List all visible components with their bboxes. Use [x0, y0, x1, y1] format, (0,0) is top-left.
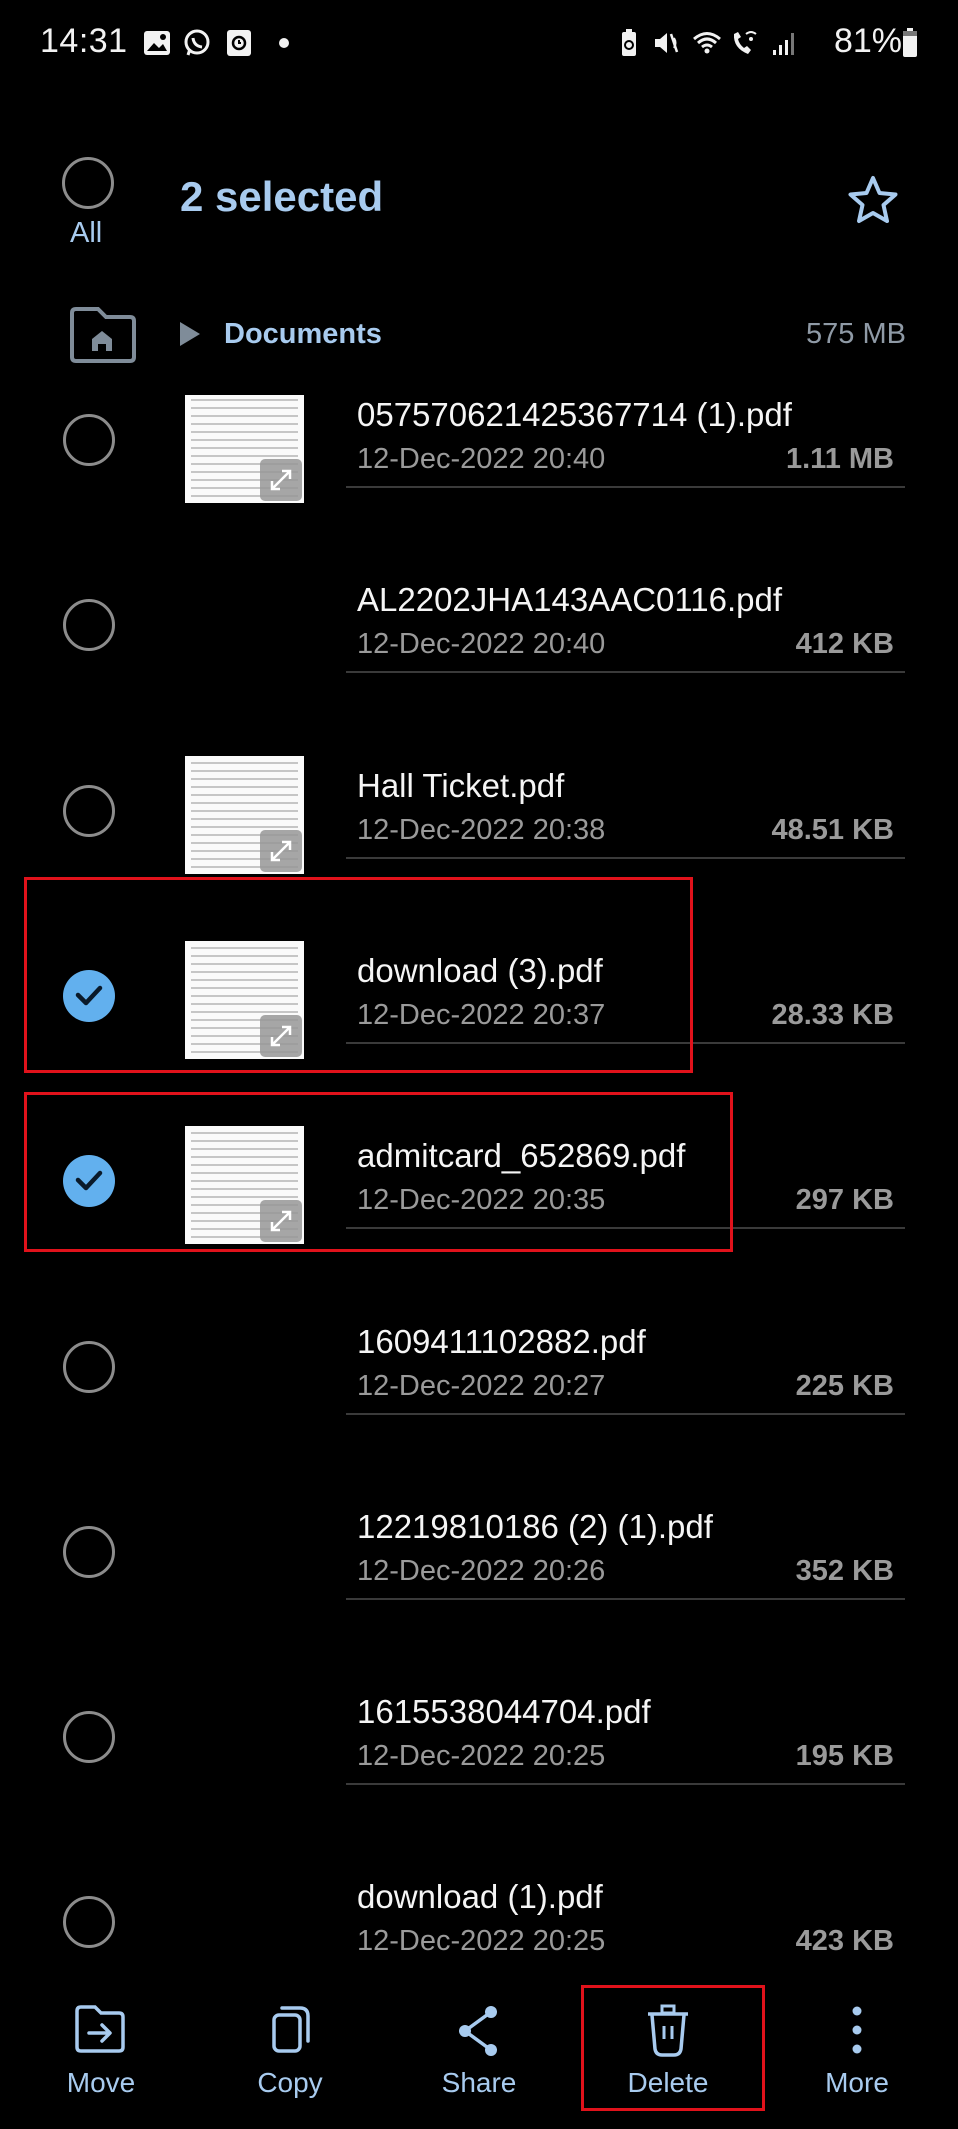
- file-size: 297 KB: [795, 1184, 894, 1217]
- highlight-box-admitcard: [24, 1092, 733, 1252]
- file-size: 352 KB: [795, 1554, 894, 1587]
- status-bar: 14:31 81%: [0, 0, 958, 90]
- file-date: 12-Dec-2022 20:38: [357, 813, 606, 846]
- gallery-icon: [144, 31, 170, 55]
- dot-icon: [279, 38, 289, 48]
- file-name: 1609411102882.pdf: [357, 1322, 646, 1360]
- whatsapp-icon: [184, 29, 210, 56]
- move-icon: [75, 2005, 125, 2053]
- file-row[interactable]: 057570621425367714 (1).pdf 12-Dec-2022 20…: [0, 395, 958, 503]
- pdf-thumbnail[interactable]: [185, 395, 304, 503]
- file-size: 423 KB: [795, 1925, 894, 1958]
- file-size: 225 KB: [795, 1369, 894, 1402]
- more-label: More: [825, 2067, 889, 2098]
- checkbox-unchecked[interactable]: [63, 1340, 115, 1393]
- checkbox-unchecked[interactable]: [63, 1711, 115, 1764]
- file-size: 48.51 KB: [771, 813, 894, 846]
- selection-count-title: 2 selected: [180, 173, 384, 220]
- file-row[interactable]: download (1).pdf 12-Dec-2022 20:25 423 KB: [0, 1785, 958, 1965]
- file-name: download (1).pdf: [357, 1878, 603, 1916]
- mute-icon: [655, 33, 679, 53]
- breadcrumb-arrow-icon: [180, 322, 200, 346]
- move-label: Move: [66, 2067, 136, 2098]
- file-size: 195 KB: [795, 1740, 894, 1773]
- file-name: AL2202JHA143AAC0116.pdf: [357, 581, 783, 619]
- file-name: Hall Ticket.pdf: [357, 766, 565, 804]
- wifi-calling-icon: [733, 31, 757, 54]
- share-icon: [459, 2006, 497, 2056]
- file-size: 1.11 MB: [786, 443, 894, 475]
- file-name: 057570621425367714 (1).pdf: [357, 396, 792, 433]
- battery-percent: 81%: [833, 22, 902, 60]
- home-folder-icon[interactable]: [68, 305, 138, 365]
- checkbox-unchecked[interactable]: [63, 414, 115, 466]
- checkbox-unchecked[interactable]: [63, 1525, 115, 1578]
- file-row[interactable]: 1615538044704.pdf 12-Dec-2022 20:25 195 KB: [0, 1600, 958, 1786]
- share-label: Share: [441, 2067, 517, 2098]
- folder-size: 575 MB: [806, 318, 906, 350]
- select-all-label[interactable]: All: [70, 217, 102, 250]
- move-button[interactable]: Move: [6, 1965, 196, 2129]
- share-button[interactable]: Share: [384, 1965, 574, 2129]
- copy-icon: [272, 2006, 310, 2053]
- checkbox-unchecked[interactable]: [63, 599, 115, 652]
- file-name: 1615538044704.pdf: [357, 1693, 651, 1731]
- battery-icon: [903, 28, 917, 57]
- pdf-thumbnail[interactable]: [185, 755, 304, 874]
- checkbox-unchecked[interactable]: [63, 1896, 115, 1949]
- highlight-box-delete: [581, 1985, 765, 2111]
- file-name: 12219810186 (2) (1).pdf: [357, 1507, 713, 1545]
- file-date: 12-Dec-2022 20:40: [357, 628, 606, 661]
- more-icon: [852, 2006, 862, 2054]
- file-row[interactable]: Hall Ticket.pdf 12-Dec-2022 20:38 48.51 KB: [0, 674, 958, 874]
- file-date: 12-Dec-2022 20:26: [357, 1554, 606, 1587]
- star-icon[interactable]: [844, 172, 902, 230]
- more-button[interactable]: More: [762, 1965, 952, 2129]
- copy-button[interactable]: Copy: [195, 1965, 385, 2129]
- bottom-action-bar: Move Copy Share Delete More: [0, 1965, 958, 2129]
- battery-saver-icon: [622, 29, 636, 56]
- clock-app-icon: [227, 30, 251, 56]
- highlight-box-download-3: [24, 877, 693, 1073]
- file-date: 12-Dec-2022 20:27: [357, 1369, 606, 1402]
- file-row[interactable]: 1609411102882.pdf 12-Dec-2022 20:27 225 KB: [0, 1230, 958, 1415]
- select-all-checkbox[interactable]: [62, 157, 114, 209]
- breadcrumb-documents[interactable]: Documents: [224, 318, 382, 351]
- checkbox-unchecked[interactable]: [63, 784, 115, 837]
- file-date: 12-Dec-2022 20:40: [357, 443, 606, 475]
- file-row[interactable]: 12219810186 (2) (1).pdf 12-Dec-2022 20:26…: [0, 1415, 958, 1600]
- file-date: 12-Dec-2022 20:25: [357, 1925, 606, 1958]
- file-date: 12-Dec-2022 20:25: [357, 1740, 606, 1773]
- file-size: 412 KB: [795, 628, 894, 661]
- file-size: 28.33 KB: [771, 998, 894, 1031]
- signal-icon: [773, 33, 794, 55]
- status-time: 14:31: [40, 22, 128, 60]
- wifi-icon: [693, 32, 721, 54]
- file-row[interactable]: AL2202JHA143AAC0116.pdf 12-Dec-2022 20:40…: [0, 488, 958, 674]
- copy-label: Copy: [257, 2067, 323, 2098]
